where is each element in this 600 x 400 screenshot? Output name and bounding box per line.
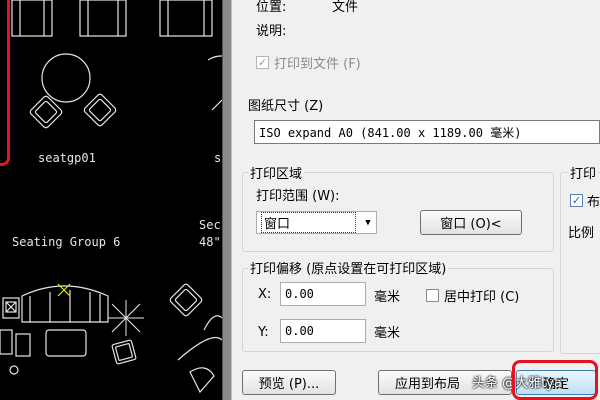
offset-y-input[interactable]: 0.00 xyxy=(280,319,366,343)
preview-button[interactable]: 预览 (P)... xyxy=(242,370,336,395)
cad-drawing-canvas[interactable]: seatgp01 Seating Group 6 s Sec 48" xyxy=(0,0,222,400)
chevron-down-icon: ▼ xyxy=(365,217,371,228)
offset-y-label: Y: xyxy=(258,325,269,340)
window-select-button[interactable]: 窗口 (O)< xyxy=(420,210,522,235)
red-annotation-box-left xyxy=(0,0,10,166)
print-to-file-checkbox[interactable]: ✓ xyxy=(256,56,269,69)
center-print-checkbox[interactable] xyxy=(426,289,439,302)
offset-x-label: X: xyxy=(258,287,272,302)
red-annotation-box-ok xyxy=(512,360,598,400)
cad-label-right-top: s xyxy=(214,151,222,165)
description-label: 说明: xyxy=(256,24,287,39)
cad-round-table xyxy=(41,53,91,103)
offset-x-input[interactable]: 0.00 xyxy=(280,282,366,306)
cad-sofa-block xyxy=(11,0,53,37)
apply-to-layout-label: 应用到布局 xyxy=(395,377,461,392)
cad-label-seatgp01: seatgp01 xyxy=(38,151,96,165)
center-print-label: 居中打印 (C) xyxy=(444,290,520,305)
cad-sofa-block xyxy=(79,0,127,37)
offset-x-value: 0.00 xyxy=(285,287,314,301)
cad-drawing xyxy=(0,0,222,394)
scale-ratio-label: 比例 xyxy=(568,226,595,241)
offset-y-value: 0.00 xyxy=(285,324,314,338)
print-to-file-label: 打印到文件 (F) xyxy=(274,57,361,72)
location-value: 文件 xyxy=(332,0,359,15)
cad-label-seating-group: Seating Group 6 xyxy=(12,235,121,249)
offset-y-unit: 毫米 xyxy=(374,326,401,341)
fit-to-paper-label: 布 xyxy=(587,195,600,210)
print-range-select[interactable]: 窗口 ▼ xyxy=(256,211,377,234)
print-range-label: 打印范围 (W): xyxy=(256,189,340,204)
paper-size-label: 图纸尺寸 (Z) xyxy=(248,99,324,114)
fit-to-paper-checkbox[interactable]: ✓ xyxy=(570,194,583,207)
print-range-value: 窗口 xyxy=(261,212,356,233)
paper-size-select[interactable]: ISO expand A0 (841.00 x 1189.00 毫米) xyxy=(254,120,600,144)
plot-dialog: 位置: 文件 说明: ✓ 打印到文件 (F) 图纸尺寸 (Z) ISO expa… xyxy=(232,0,600,400)
cad-label-right-sec: Sec xyxy=(199,218,221,232)
location-label: 位置: xyxy=(256,0,287,15)
offset-x-unit: 毫米 xyxy=(374,290,401,305)
cad-label-right-num: 48" xyxy=(199,235,221,249)
cad-coffee-table xyxy=(45,329,87,357)
window-divider xyxy=(222,0,232,400)
print-offset-label: 打印偏移 (原点设置在可打印区域) xyxy=(248,258,449,277)
print-area-label: 打印区域 xyxy=(248,163,305,182)
print-scale-label: 打印 xyxy=(568,163,599,182)
paper-size-value: ISO expand A0 (841.00 x 1189.00 毫米) xyxy=(259,125,522,140)
